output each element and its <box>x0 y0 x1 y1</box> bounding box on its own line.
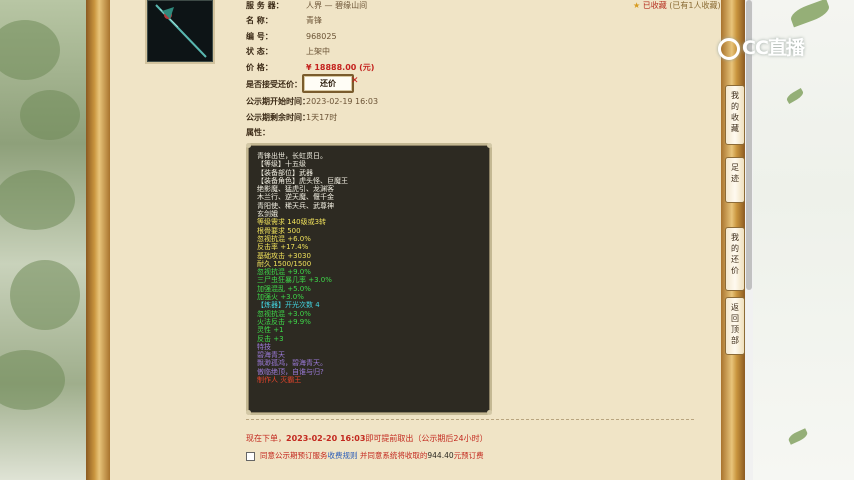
field-status: 状 态： 上架中 <box>246 47 330 56</box>
attribute-line: 傲临绝顶，自谁与归? <box>257 367 324 376</box>
side-nav-char: 收 <box>731 113 739 122</box>
attribute-line: 飘渺孤鸿，碧海青天。 <box>257 359 327 368</box>
cc-logo-icon <box>718 37 740 60</box>
divider <box>246 419 694 420</box>
attribute-line: 火法反击 +9.9% <box>257 317 311 326</box>
side-nav-button[interactable]: 我的还价 <box>725 227 745 291</box>
side-nav-button[interactable]: 足迹 <box>725 157 745 203</box>
side-nav-char: 价 <box>731 266 739 275</box>
attribute-line: 木兰行、逆天魔、偃千金 <box>257 193 334 202</box>
attributes-label: 属性： <box>246 128 270 137</box>
sword-icon <box>155 4 207 58</box>
field-publicity-start: 公示期开始时间：2023-02-19 16:03 <box>246 97 379 106</box>
attribute-line: 等级需求 140级或3转 <box>257 218 327 227</box>
attribute-line: 灵性 +1 <box>257 326 284 335</box>
attribute-line: 耐久 1500/1500 <box>257 259 312 268</box>
side-nav-char: 我 <box>731 91 739 100</box>
order-date: 2023-02-20 16:03 <box>286 434 366 443</box>
attribute-line: 反击 +3 <box>257 334 284 343</box>
panel-corner <box>487 143 492 148</box>
side-nav-button[interactable]: 我的收藏 <box>725 85 745 145</box>
panel-corner <box>246 410 251 415</box>
side-nav-char: 返 <box>731 303 739 312</box>
attribute-line: 基础攻击 +3030 <box>257 251 311 260</box>
order-notice: 现在下单，2023-02-20 16:03即可提前取出（公示期后24小时） <box>246 434 488 443</box>
attribute-line: 特技 <box>257 342 271 351</box>
side-nav-char: 部 <box>731 336 739 345</box>
attribute-line: 三尸虫狂暴几率 +3.0% <box>257 276 332 285</box>
attribute-line: 加强混乱 +5.0% <box>257 284 311 293</box>
attributes-panel: 青锋出世，长虹贯日。 【等级】十五级 【装备部位】武器 【装备角色】虎头怪、巨魔王 绝影… <box>246 143 492 415</box>
watermark-logo: CC直播 <box>718 33 805 60</box>
favorite-count: (已有1人收藏) <box>669 1 721 10</box>
attribute-line: 【等级】十五级 <box>257 160 306 169</box>
attribute-line: 【装备角色】虎头怪、巨魔王 <box>257 176 348 185</box>
favorite-label: 已收藏 <box>642 1 667 10</box>
right-background <box>752 0 854 480</box>
agreement-checkbox[interactable] <box>246 451 255 461</box>
field-id: 编 号： 968025 <box>246 32 337 41</box>
side-nav: 我的收藏足迹我的还价返回顶部 <box>725 85 745 355</box>
side-nav-button[interactable]: 返回顶部 <box>725 297 745 355</box>
side-nav-char: 的 <box>731 102 739 111</box>
left-tree-decoration <box>0 0 88 480</box>
side-nav-char: 顶 <box>731 325 739 334</box>
panel-corner <box>487 410 492 415</box>
field-haggle: 是否接受还价： <box>246 80 302 89</box>
agreement-row: 同意公示期预订服务收费规则 并同意系统将收取的944.40元预订费 <box>246 450 484 461</box>
side-nav-char: 迹 <box>731 174 739 183</box>
fee-rules-link[interactable]: 收费规则 <box>328 451 358 460</box>
left-frame-border <box>86 0 110 480</box>
favorite-star-icon: ★ <box>633 1 641 10</box>
attribute-line: 反击率 +17.4% <box>257 243 309 252</box>
item-detail-page: ★ 已收藏 (已有1人收藏) 服 务 器： 人界 — 碧缘山间 名 称： 青锋 编 … <box>110 0 721 480</box>
field-publicity-remaining: 公示期剩余时间：1天17时 <box>246 113 338 122</box>
attribute-line: 【炼器】开光次数 4 <box>257 301 320 310</box>
attributes-list: 青锋出世，长虹贯日。 【等级】十五级 【装备部位】武器 【装备角色】虎头怪、巨魔王 绝影… <box>257 152 348 384</box>
attribute-line: 制作人 灭霸王 <box>257 376 302 385</box>
attribute-line: 根骨要求 500 <box>257 226 301 235</box>
attribute-line: 【装备部位】武器 <box>257 168 313 177</box>
attribute-line: 忽视抗混 +3.0% <box>257 309 311 318</box>
booking-fee-amount: 944.40 <box>427 451 454 460</box>
side-nav-char: 回 <box>731 314 739 323</box>
side-nav-char: 的 <box>731 244 739 253</box>
favorite-status[interactable]: ★ 已收藏 (已有1人收藏) <box>633 0 721 11</box>
field-price: 价 格： ¥ 18888.00 (元) <box>246 63 375 72</box>
close-icon[interactable]: ✕ <box>351 76 359 86</box>
haggle-button[interactable]: 还价 <box>302 74 354 93</box>
attribute-line: 青阳使、稀天兵、武尊神 <box>257 201 334 210</box>
field-server: 服 务 器： 人界 — 碧缘山间 <box>246 1 368 10</box>
side-nav-char: 还 <box>731 255 739 264</box>
side-nav-char: 藏 <box>731 124 739 133</box>
price-value: ¥ 18888.00 (元) <box>306 63 375 72</box>
field-name: 名 称： 青锋 <box>246 16 322 25</box>
panel-corner <box>246 143 251 148</box>
side-nav-char: 我 <box>731 233 739 242</box>
item-image <box>147 0 213 62</box>
page-scrollbar[interactable] <box>745 0 753 480</box>
side-nav-char: 足 <box>731 163 739 172</box>
